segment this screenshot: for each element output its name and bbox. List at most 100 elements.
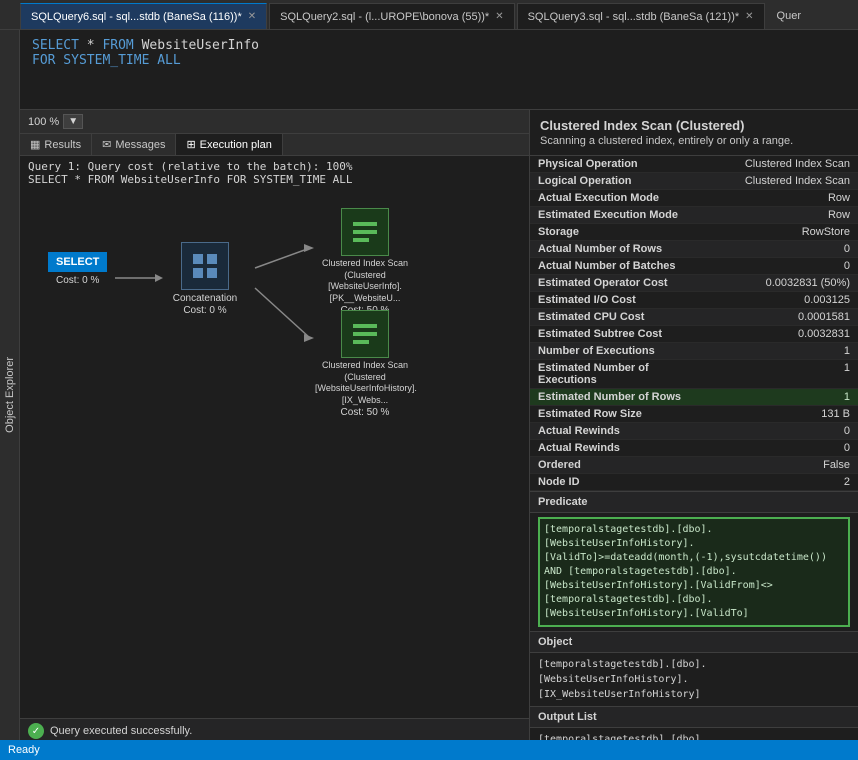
tab-label: SQLQuery2.sql - (l...UROPE\bonova (55))*	[280, 11, 489, 23]
props-value: 2	[710, 474, 858, 491]
props-label: Actual Rewinds	[530, 423, 710, 440]
tab-messages[interactable]: ✉ Messages	[92, 134, 176, 155]
props-label: Estimated Execution Mode	[530, 207, 710, 224]
props-label: Node ID	[530, 474, 710, 491]
props-row: OrderedFalse	[530, 457, 858, 474]
props-row: Physical OperationClustered Index Scan	[530, 156, 858, 173]
props-value: 0.0001581	[710, 309, 858, 326]
object-header: Object	[530, 631, 858, 653]
tab-label: SQLQuery3.sql - sql...stdb (BaneSa (121)…	[528, 11, 740, 23]
props-row: Estimated Operator Cost0.0032831 (50%)	[530, 275, 858, 292]
props-label: Estimated Operator Cost	[530, 275, 710, 292]
props-row: Estimated CPU Cost0.0001581	[530, 309, 858, 326]
scan2-label: Clustered Index Scan (Clustered[WebsiteU…	[315, 360, 415, 407]
props-label: Estimated Subtree Cost	[530, 326, 710, 343]
props-value: 131 B	[710, 406, 858, 423]
props-label: Estimated Number of Rows	[530, 389, 710, 406]
object-explorer-sidebar: Object Explorer	[0, 30, 20, 760]
props-row: Logical OperationClustered Index Scan	[530, 173, 858, 190]
query-info: Query 1: Query cost (relative to the bat…	[20, 156, 529, 190]
concat-node[interactable]: Concatenation Cost: 0 %	[160, 242, 250, 316]
scan1-icon	[341, 208, 389, 256]
sidebar-label: Object Explorer	[4, 357, 16, 433]
close-icon[interactable]: ✕	[248, 11, 256, 22]
select-cost: Cost: 0 %	[56, 274, 99, 287]
props-value: Row	[710, 207, 858, 224]
props-value: 0	[710, 241, 858, 258]
results-icon: ▦	[30, 138, 40, 151]
sql-editor[interactable]: SELECT * FROM WebsiteUserInfo FOR SYSTEM…	[20, 30, 858, 110]
tab-execution-plan[interactable]: ⊞ Execution plan	[176, 134, 282, 155]
ready-bar: Ready	[0, 740, 858, 760]
plan-canvas: SELECT Cost: 0 % Concatenation Cost: 0 %	[20, 190, 529, 718]
tab-results[interactable]: ▦ Results	[20, 134, 92, 155]
zoom-value: 100 %	[28, 116, 59, 128]
predicate-header: Predicate	[530, 491, 858, 513]
scan2-icon	[341, 310, 389, 358]
props-row: StorageRowStore	[530, 224, 858, 241]
plan-area: 100 % ▼ ▦ Results ✉ Messages ⊞ Execution…	[20, 110, 530, 760]
props-label: Storage	[530, 224, 710, 241]
success-icon: ✓	[28, 723, 44, 739]
tab-sqlquery2[interactable]: SQLQuery2.sql - (l...UROPE\bonova (55))*…	[269, 3, 514, 29]
predicate-value: [temporalstagetestdb].[dbo].[WebsiteUser…	[538, 517, 850, 627]
props-row: Number of Executions1	[530, 343, 858, 360]
success-text: Query executed successfully.	[50, 725, 192, 737]
props-table: Physical OperationClustered Index ScanLo…	[530, 156, 858, 491]
props-label: Estimated CPU Cost	[530, 309, 710, 326]
props-row: Estimated I/O Cost0.003125	[530, 292, 858, 309]
props-value: Row	[710, 190, 858, 207]
output-header: Output List	[530, 706, 858, 728]
tab-sqlquery3[interactable]: SQLQuery3.sql - sql...stdb (BaneSa (121)…	[517, 3, 765, 29]
concat-icon	[181, 242, 229, 290]
props-row: Estimated Row Size131 B	[530, 406, 858, 423]
props-value: RowStore	[710, 224, 858, 241]
close-icon[interactable]: ✕	[495, 11, 503, 22]
concat-label: Concatenation	[160, 292, 250, 305]
props-label: Actual Execution Mode	[530, 190, 710, 207]
props-title: Clustered Index Scan (Clustered)	[540, 118, 848, 133]
props-value: 0.0032831	[710, 326, 858, 343]
main-area: SELECT * FROM WebsiteUserInfo FOR SYSTEM…	[20, 30, 858, 760]
props-label: Ordered	[530, 457, 710, 474]
props-label: Estimated I/O Cost	[530, 292, 710, 309]
props-value: 0.0032831 (50%)	[710, 275, 858, 292]
props-value: Clustered Index Scan	[710, 173, 858, 190]
editor-line1-table: WebsiteUserInfo	[142, 38, 259, 53]
select-box: SELECT	[48, 252, 107, 272]
zoom-bar: 100 % ▼	[20, 110, 529, 134]
props-row: Estimated Subtree Cost0.0032831	[530, 326, 858, 343]
scan1-label: Clustered Index Scan (Clustered[WebsiteU…	[315, 258, 415, 305]
scan-node-2[interactable]: Clustered Index Scan (Clustered[WebsiteU…	[315, 310, 415, 418]
messages-icon: ✉	[102, 138, 111, 151]
tab-extra[interactable]: Quer	[767, 3, 811, 29]
tab-label: SQLQuery6.sql - sql...stdb (BaneSa (116)…	[31, 11, 242, 23]
result-tabs: ▦ Results ✉ Messages ⊞ Execution plan	[20, 134, 529, 156]
props-value: 1	[710, 343, 858, 360]
query-info-line2: SELECT * FROM WebsiteUserInfo FOR SYSTEM…	[28, 173, 521, 186]
scan-node-1[interactable]: Clustered Index Scan (Clustered[WebsiteU…	[315, 208, 415, 316]
props-value: 1	[710, 360, 858, 389]
props-row: Actual Number of Rows0	[530, 241, 858, 258]
props-value: Clustered Index Scan	[710, 156, 858, 173]
select-node[interactable]: SELECT Cost: 0 %	[48, 252, 107, 287]
ready-text: Ready	[8, 744, 40, 756]
object-value: [temporalstagetestdb].[dbo].[WebsiteUser…	[538, 657, 850, 702]
props-row: Node ID2	[530, 474, 858, 491]
props-label: Actual Number of Rows	[530, 241, 710, 258]
props-value: 0	[710, 440, 858, 457]
close-icon[interactable]: ✕	[745, 11, 753, 22]
props-subtitle: Scanning a clustered index, entirely or …	[540, 135, 848, 147]
props-row: Actual Rewinds0	[530, 423, 858, 440]
props-label: Number of Executions	[530, 343, 710, 360]
tab-sqlquery6[interactable]: SQLQuery6.sql - sql...stdb (BaneSa (116)…	[20, 3, 267, 29]
props-header: Clustered Index Scan (Clustered) Scannin…	[530, 110, 858, 156]
props-value: 0	[710, 258, 858, 275]
props-label: Estimated Row Size	[530, 406, 710, 423]
middle-section: 100 % ▼ ▦ Results ✉ Messages ⊞ Execution…	[20, 110, 858, 760]
zoom-dropdown[interactable]: ▼	[63, 114, 83, 129]
props-label: Estimated Number of Executions	[530, 360, 710, 389]
props-label: Actual Number of Batches	[530, 258, 710, 275]
query-info-line1: Query 1: Query cost (relative to the bat…	[28, 160, 521, 173]
plan-icon: ⊞	[186, 138, 195, 151]
